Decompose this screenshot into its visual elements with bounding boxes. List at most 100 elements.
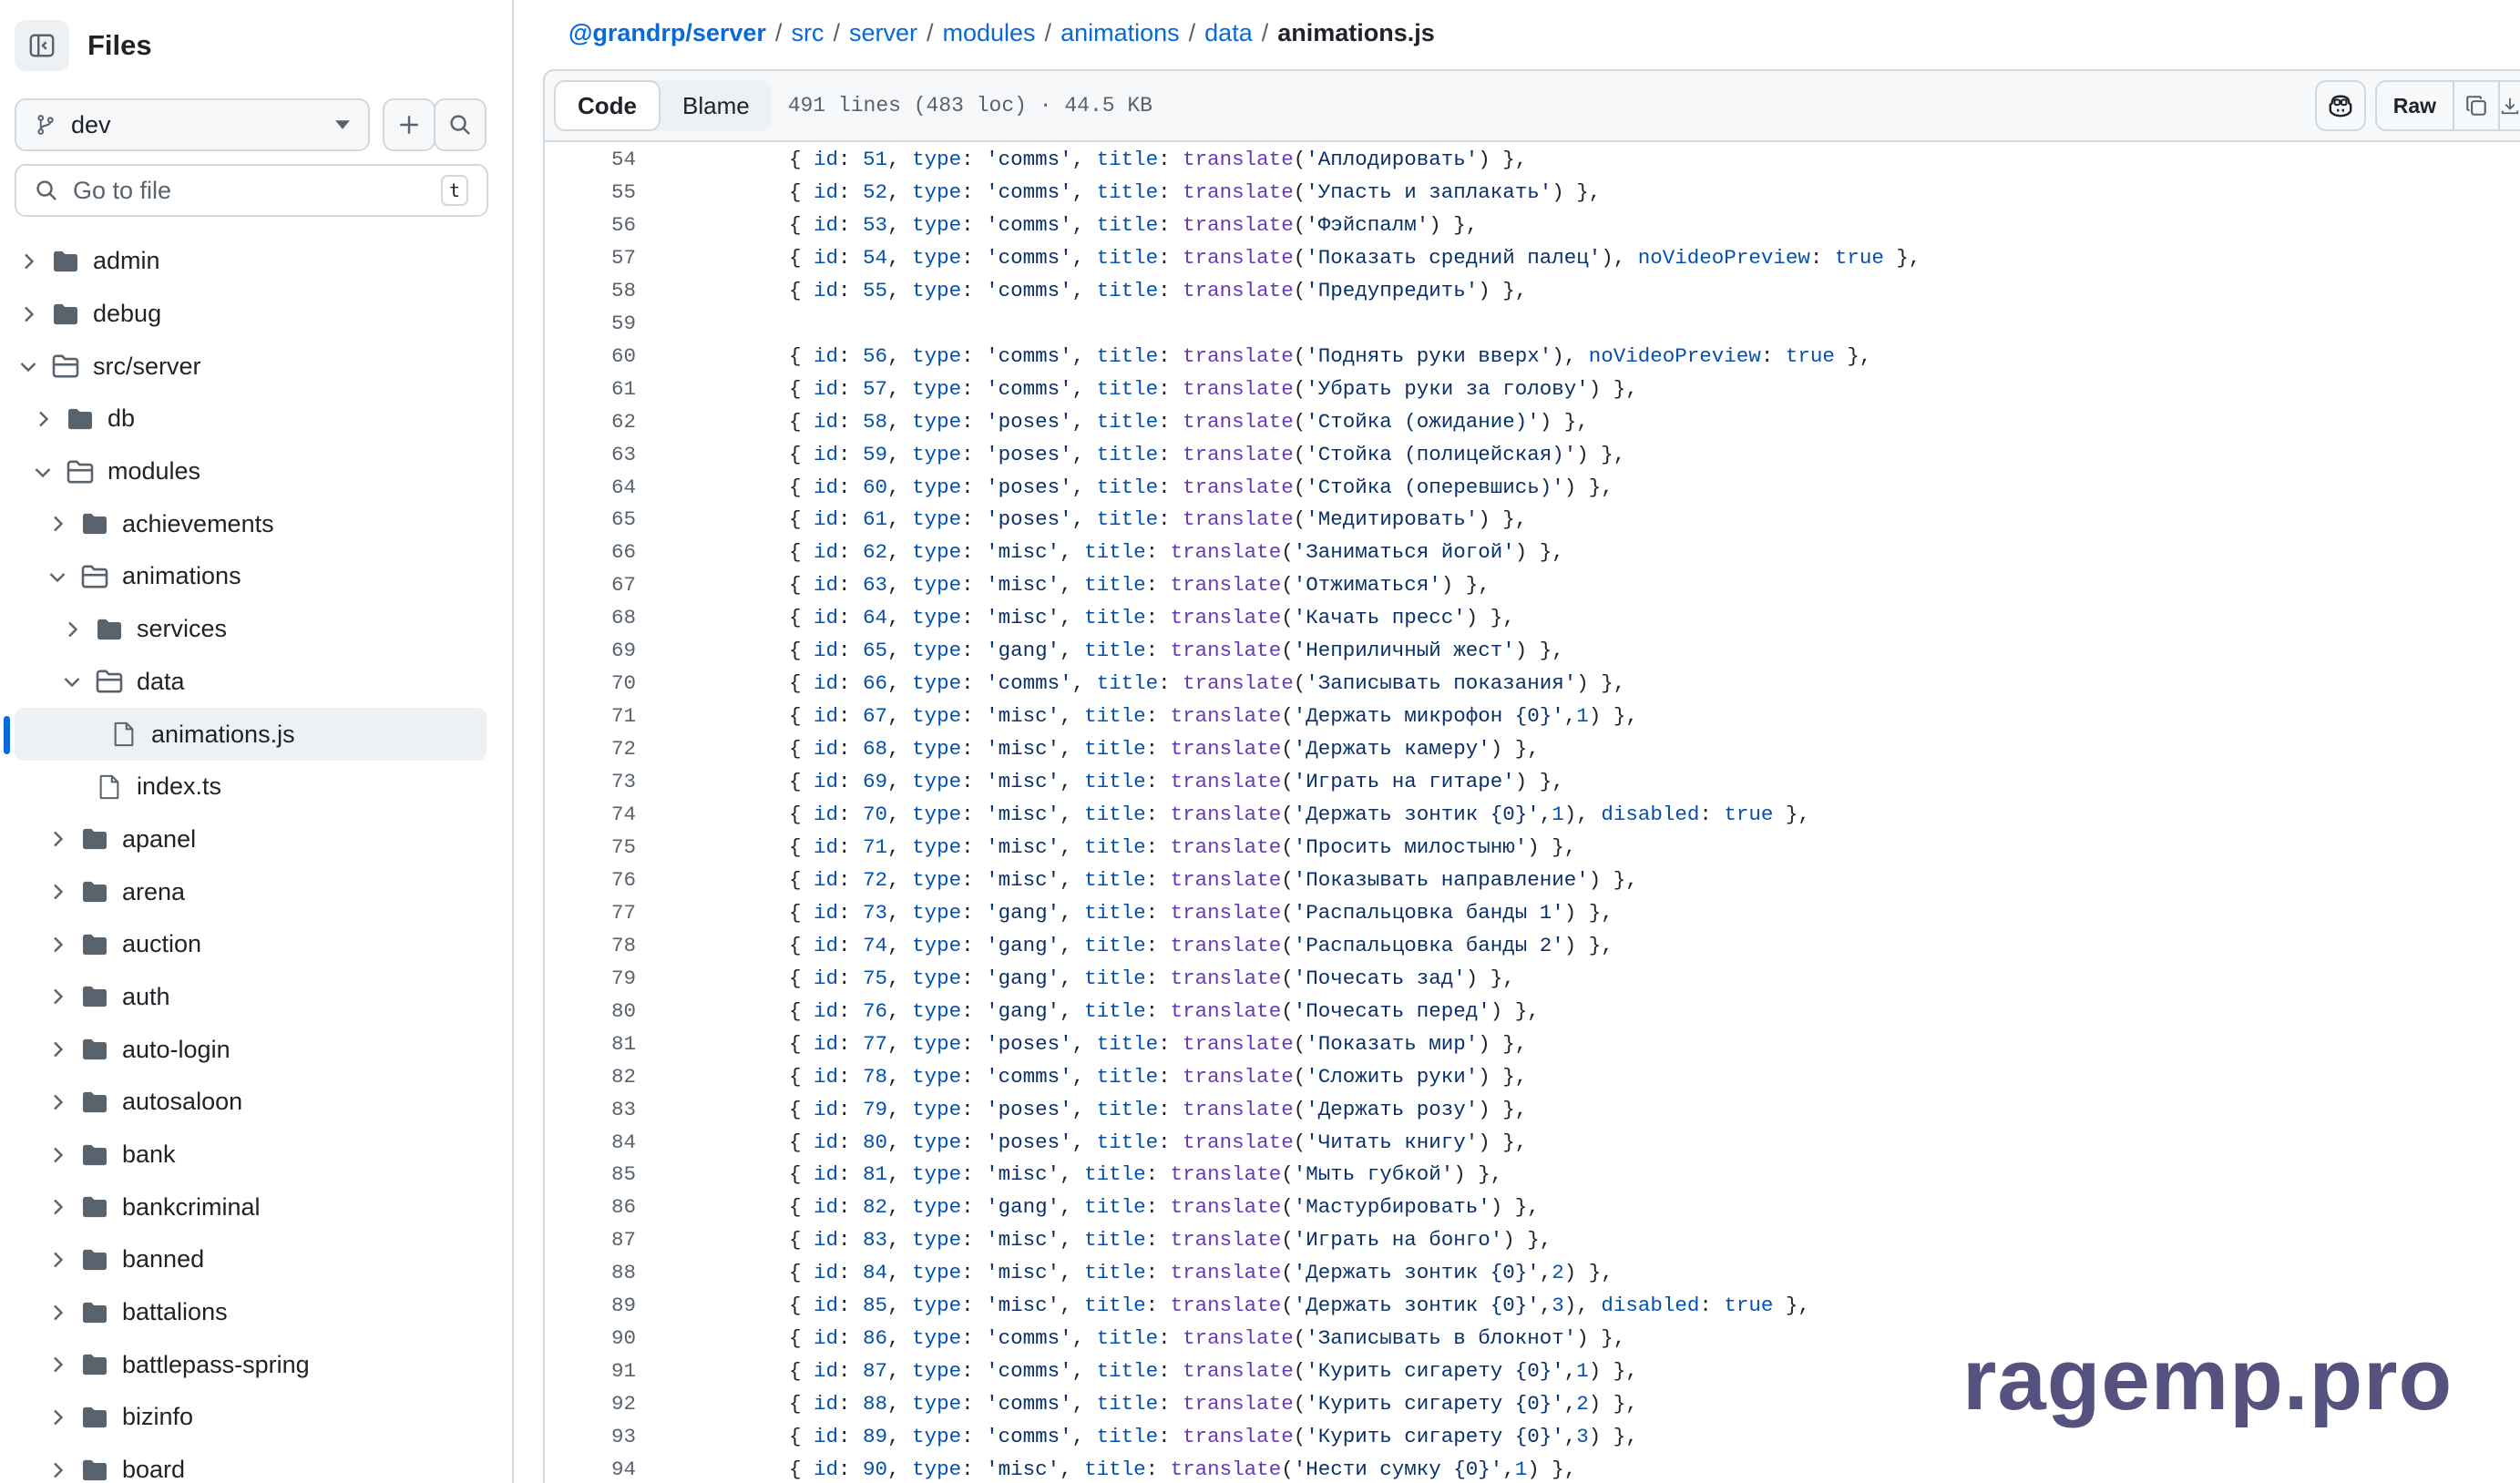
line-number[interactable]: 59 [545,312,636,335]
file-tree-folder[interactable]: src/server [0,340,512,393]
file-tree-folder[interactable]: data [0,656,512,709]
file-tree-folder[interactable]: arena [0,865,512,918]
chevron-right-icon[interactable] [47,1252,67,1268]
line-number[interactable]: 89 [545,1294,636,1317]
line-number[interactable]: 74 [545,803,636,826]
line-number[interactable]: 66 [545,540,636,564]
line-number[interactable]: 83 [545,1098,636,1121]
line-number[interactable]: 67 [545,573,636,597]
line-number[interactable]: 88 [545,1261,636,1284]
line-number[interactable]: 92 [545,1392,636,1416]
add-file-button[interactable] [383,98,435,151]
breadcrumb-link-server[interactable]: server [849,19,917,47]
line-number[interactable]: 91 [545,1359,636,1383]
file-tree-folder[interactable]: bankcriminal [0,1181,512,1233]
chevron-right-icon[interactable] [47,516,67,532]
chevron-right-icon[interactable] [62,621,82,638]
download-raw-button[interactable] [2500,82,2520,129]
file-tree-folder[interactable]: battalions [0,1286,512,1339]
chevron-down-icon[interactable] [33,465,53,478]
raw-button[interactable]: Raw [2377,82,2454,129]
chevron-right-icon[interactable] [47,936,67,953]
file-tree-folder[interactable]: db [0,393,512,445]
file-tree-folder[interactable]: battlepass-spring [0,1338,512,1391]
tab-blame[interactable]: Blame [661,80,772,131]
file-tree-folder[interactable]: board [0,1444,512,1483]
line-number[interactable]: 87 [545,1228,636,1252]
line-number[interactable]: 93 [545,1425,636,1448]
line-number[interactable]: 81 [545,1032,636,1056]
line-number[interactable]: 79 [545,967,636,990]
line-number[interactable]: 64 [545,476,636,499]
chevron-right-icon[interactable] [47,831,67,847]
file-tree-folder[interactable]: banned [0,1233,512,1286]
file-tree-folder[interactable]: admin [0,235,512,288]
chevron-right-icon[interactable] [18,306,38,322]
file-tree-file[interactable]: index.ts [0,761,512,813]
breadcrumb-link-data[interactable]: data [1204,19,1253,47]
file-tree-folder[interactable]: auth [0,971,512,1024]
line-number[interactable]: 71 [545,704,636,728]
line-number[interactable]: 62 [545,410,636,434]
chevron-right-icon[interactable] [47,884,67,900]
file-tree-folder[interactable]: animations [0,550,512,603]
line-number[interactable]: 73 [545,770,636,793]
chevron-down-icon[interactable] [62,675,82,688]
line-number[interactable]: 61 [545,377,636,401]
chevron-down-icon[interactable] [18,360,38,373]
line-number[interactable]: 68 [545,606,636,629]
search-button[interactable] [434,98,487,151]
breadcrumb-repo-link[interactable]: @grandrp/server [569,19,766,47]
line-number[interactable]: 77 [545,901,636,925]
file-tree-folder[interactable]: apanel [0,813,512,866]
line-number[interactable]: 55 [545,180,636,204]
line-number[interactable]: 76 [545,868,636,892]
go-to-file-input[interactable]: Go to file t [15,164,488,217]
line-number[interactable]: 65 [545,507,636,531]
chevron-right-icon[interactable] [18,253,38,270]
chevron-right-icon[interactable] [47,1304,67,1321]
copy-raw-button[interactable] [2454,82,2500,129]
line-number[interactable]: 82 [545,1065,636,1089]
line-number[interactable]: 78 [545,934,636,957]
file-tree-folder[interactable]: bank [0,1129,512,1181]
branch-selector[interactable]: dev [15,98,370,151]
line-number[interactable]: 72 [545,737,636,761]
line-number[interactable]: 63 [545,443,636,466]
file-tree-folder[interactable]: services [0,603,512,656]
code-view[interactable]: 54 { id: 51, type: 'comms', title: transl… [543,140,2520,1483]
chevron-right-icon[interactable] [47,988,67,1005]
breadcrumb-link-src[interactable]: src [791,19,824,47]
line-number[interactable]: 90 [545,1326,636,1350]
line-number[interactable]: 84 [545,1130,636,1154]
line-number[interactable]: 60 [545,344,636,368]
file-tree-folder[interactable]: autosaloon [0,1076,512,1129]
file-tree-folder[interactable]: auto-login [0,1023,512,1076]
chevron-right-icon[interactable] [47,1356,67,1373]
line-number[interactable]: 57 [545,246,636,270]
chevron-right-icon[interactable] [47,1147,67,1163]
chevron-right-icon[interactable] [47,1199,67,1215]
line-number[interactable]: 56 [545,213,636,237]
chevron-right-icon[interactable] [33,411,53,427]
line-number[interactable]: 58 [545,279,636,302]
line-number[interactable]: 85 [545,1162,636,1186]
line-number[interactable]: 86 [545,1195,636,1219]
chevron-right-icon[interactable] [47,1462,67,1478]
file-tree-folder[interactable]: auction [0,918,512,971]
line-number[interactable]: 69 [545,639,636,662]
copilot-button[interactable] [2314,80,2366,131]
file-tree-folder[interactable]: bizinfo [0,1391,512,1444]
file-tree-file[interactable]: animations.js [15,708,487,761]
file-tree-folder[interactable]: achievements [0,497,512,550]
line-number[interactable]: 80 [545,999,636,1023]
line-number[interactable]: 94 [545,1457,636,1481]
chevron-right-icon[interactable] [47,1041,67,1058]
tab-code[interactable]: Code [554,80,661,131]
breadcrumb-link-animations[interactable]: animations [1060,19,1180,47]
file-tree-folder[interactable]: debug [0,288,512,341]
breadcrumb-link-modules[interactable]: modules [942,19,1035,47]
line-number[interactable]: 75 [545,835,636,859]
file-tree-folder[interactable]: modules [0,445,512,498]
chevron-right-icon[interactable] [47,1094,67,1110]
